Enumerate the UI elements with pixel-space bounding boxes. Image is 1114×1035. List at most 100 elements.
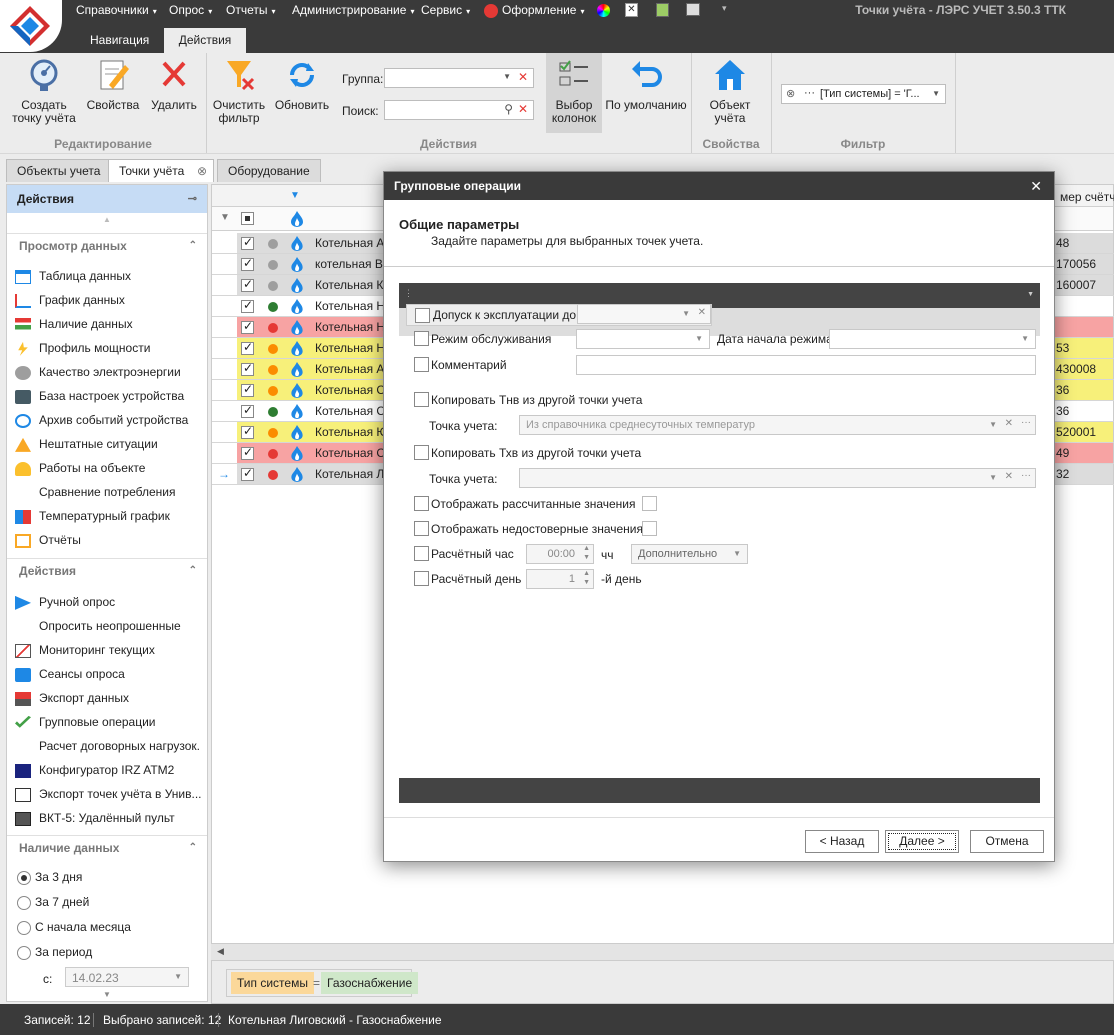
col-counter-header[interactable]: мер счётчик	[1060, 190, 1114, 204]
row-checkbox[interactable]	[241, 236, 254, 251]
view-item[interactable]: Архив событий устройства	[15, 408, 188, 432]
clear-filter-button[interactable]: Очистить фильтр	[210, 57, 268, 125]
view-item[interactable]: Качество электроэнергии	[15, 360, 181, 384]
extra-select[interactable]: Дополнительно ▼	[631, 544, 748, 564]
copy-tnv-checkbox[interactable]	[414, 392, 429, 407]
mode-select[interactable]: ▼	[576, 329, 710, 349]
filter-menu-icon[interactable]: ···	[804, 87, 815, 99]
filter-clear-icon[interactable]: ⊗	[786, 87, 795, 100]
action-item[interactable]: Сеансы опроса	[15, 662, 125, 686]
row-checkbox[interactable]	[241, 362, 254, 377]
row-checkbox[interactable]	[241, 425, 254, 440]
view-item[interactable]: Профиль мощности	[15, 336, 150, 360]
cancel-button[interactable]: Отмена	[970, 830, 1044, 853]
horizontal-scrollbar[interactable]: ◀	[211, 944, 1114, 960]
menu-service[interactable]: Сервис ▾	[421, 3, 470, 17]
comment-input[interactable]	[576, 355, 1036, 375]
view-item[interactable]: Сравнение потребления	[15, 480, 175, 504]
chevron-down-icon[interactable]: ▼	[932, 89, 940, 98]
drag-handle-icon[interactable]: ⋮	[404, 288, 413, 299]
row-checkbox[interactable]	[241, 341, 254, 356]
chevron-down-icon[interactable]: ▼	[174, 972, 182, 981]
select-all-checkbox[interactable]	[241, 212, 254, 225]
back-button[interactable]: < Назад	[805, 830, 879, 853]
menu-admin[interactable]: Администрирование ▾	[292, 3, 414, 17]
action-item[interactable]: Мониторинг текущих	[15, 638, 155, 662]
create-point-button[interactable]: Создать точку учёта	[8, 57, 80, 125]
menu-handbooks[interactable]: Справочники ▾	[76, 3, 157, 17]
filter-expression[interactable]: Тип системы = Газоснабжение	[226, 969, 419, 997]
clear-search-icon[interactable]: ✕	[518, 102, 528, 116]
action-item[interactable]: Расчет договорных нагрузок.	[15, 734, 200, 758]
show-calc-checkbox[interactable]	[414, 496, 429, 511]
view-item[interactable]: Наличие данных	[15, 312, 133, 336]
chevron-down-icon[interactable]: ▼	[503, 72, 511, 81]
row-checkbox[interactable]	[241, 320, 254, 335]
comment-checkbox[interactable]	[414, 357, 429, 372]
radio-button[interactable]	[17, 870, 31, 885]
row-checkbox[interactable]	[241, 278, 254, 293]
spinner-icon[interactable]: ▲ ▼	[583, 569, 590, 587]
section-data-availability[interactable]: Наличие данных ⌃	[7, 835, 207, 859]
period-radio[interactable]: За 3 дня	[17, 865, 82, 889]
tab-equipment[interactable]: Оборудование	[217, 159, 321, 182]
print-icon[interactable]	[686, 3, 700, 16]
choose-columns-button[interactable]: Выбор колонок	[546, 53, 602, 133]
tab-points[interactable]: Точки учёта ⊗	[108, 159, 214, 182]
mode-date-input[interactable]: ▼	[829, 329, 1036, 349]
delete-button[interactable]: Удалить	[146, 57, 202, 112]
next-button[interactable]: Далее >	[885, 830, 959, 853]
view-item[interactable]: Температурный график	[15, 504, 170, 528]
row-checkbox[interactable]	[241, 467, 254, 482]
point-select-tnv[interactable]: Из справочника среднесуточных температур…	[519, 415, 1036, 435]
period-radio[interactable]: С начала месяца	[17, 915, 131, 939]
action-item[interactable]: Конфигуратор IRZ ATM2	[15, 758, 174, 782]
tab-actions[interactable]: Действия	[164, 28, 246, 53]
point-select-txv[interactable]: ▼ ✕ ···	[519, 468, 1036, 488]
chevron-down-icon[interactable]: ▼	[1027, 291, 1034, 298]
scroll-down-icon[interactable]: ▼	[103, 990, 111, 999]
view-item[interactable]: Нештатные ситуации	[15, 432, 158, 456]
calc-hour-input[interactable]: 00:00 ▲ ▼	[526, 544, 594, 564]
period-radio[interactable]: За период	[17, 940, 92, 964]
action-item[interactable]: Экспорт данных	[15, 686, 129, 710]
menu-design[interactable]: Оформление ▾	[484, 3, 585, 18]
refresh-button[interactable]: Обновить	[272, 57, 332, 112]
row-checkbox[interactable]	[241, 383, 254, 398]
close-icon[interactable]: ✕	[1030, 178, 1042, 195]
radio-button[interactable]	[17, 945, 31, 960]
view-item[interactable]: График данных	[15, 288, 125, 312]
excel-icon[interactable]: ✕	[625, 3, 638, 17]
color-palette-icon[interactable]	[597, 4, 610, 17]
tab-objects[interactable]: Объекты учета	[6, 159, 112, 182]
section-view-data[interactable]: Просмотр данных ⌃	[7, 233, 207, 257]
account-object-button[interactable]: Объект учёта	[700, 57, 760, 125]
period-radio[interactable]: За 7 дней	[17, 890, 89, 914]
quick-access-dropdown-icon[interactable]: ▾	[722, 3, 727, 14]
radio-button[interactable]	[17, 895, 31, 910]
date-input[interactable]: 14.02.23 ▼	[65, 967, 189, 987]
filter-row-icon[interactable]: ▼	[220, 212, 230, 223]
mode-checkbox[interactable]	[414, 331, 429, 346]
show-invalid-checkbox[interactable]	[414, 521, 429, 536]
view-item[interactable]: Таблица данных	[15, 264, 131, 288]
calc-hour-checkbox[interactable]	[414, 546, 429, 561]
menu-poll[interactable]: Опрос ▾	[169, 3, 212, 17]
properties-button[interactable]: Свойства	[86, 57, 140, 112]
show-invalid-value-checkbox[interactable]	[642, 521, 657, 536]
default-button[interactable]: По умолчанию	[604, 57, 688, 112]
copy-txv-checkbox[interactable]	[414, 445, 429, 460]
calc-day-input[interactable]: 1 ▲ ▼	[526, 569, 594, 589]
row-checkbox[interactable]	[241, 299, 254, 314]
admission-checkbox[interactable]	[415, 308, 430, 323]
view-item[interactable]: База настроек устройства	[15, 384, 184, 408]
show-calc-value-checkbox[interactable]	[642, 496, 657, 511]
search-input[interactable]: ⚲ ✕	[384, 100, 534, 120]
admission-date-input[interactable]: ▼ ✕	[577, 304, 711, 324]
pin-icon[interactable]: ⊸	[188, 185, 197, 213]
scroll-up-icon[interactable]: ▲	[103, 215, 111, 224]
row-checkbox[interactable]	[241, 257, 254, 272]
tab-navigation[interactable]: Навигация	[78, 28, 161, 53]
view-item[interactable]: Работы на объекте	[15, 456, 145, 480]
spinner-icon[interactable]: ▲ ▼	[583, 544, 590, 562]
